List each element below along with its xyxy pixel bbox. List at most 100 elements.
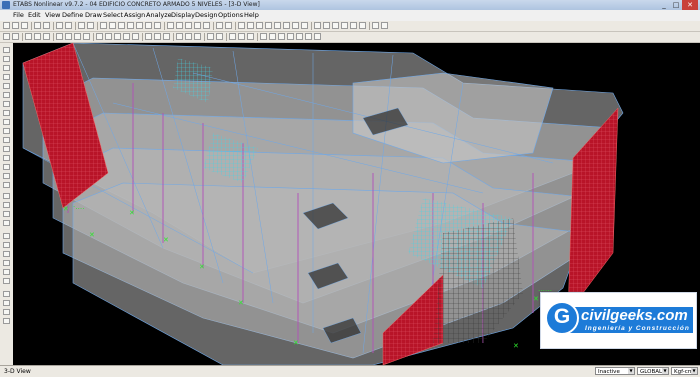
open-icon[interactable]: [12, 22, 19, 29]
joist-design-icon[interactable]: [350, 22, 357, 29]
print-preview-icon[interactable]: [43, 22, 50, 29]
member-forces-icon[interactable]: [274, 22, 281, 29]
select-by-window-icon[interactable]: [3, 211, 10, 217]
menu-draw[interactable]: Draw: [85, 11, 102, 19]
get-previous-selection-icon[interactable]: [34, 33, 41, 40]
close-button[interactable]: ✕: [682, 0, 698, 10]
wall-design-icon[interactable]: [359, 22, 366, 29]
steel-design-icon[interactable]: [323, 22, 330, 29]
snap-to-ends-icon[interactable]: [3, 242, 10, 248]
elevation-view-icon[interactable]: [185, 22, 192, 29]
coordinate-system-dropdown[interactable]: GLOBAL ▼: [637, 367, 669, 375]
composite-design-icon[interactable]: [341, 22, 348, 29]
object-shrink-icon[interactable]: [238, 22, 245, 29]
snap-intersections-icon[interactable]: [194, 33, 201, 40]
draw-wall-icon[interactable]: [83, 33, 90, 40]
menu-analyze[interactable]: Analyze: [146, 11, 172, 19]
menu-edit[interactable]: Edit: [28, 11, 41, 19]
shell-stresses-icon[interactable]: [283, 22, 290, 29]
draw-areas-icon[interactable]: [3, 119, 10, 125]
edit-grid-icon[interactable]: [269, 33, 276, 40]
zoom-window-icon[interactable]: [109, 22, 116, 29]
assign-pinned-icon[interactable]: [3, 309, 10, 315]
undo-icon[interactable]: [56, 22, 63, 29]
move-down-icon[interactable]: [225, 22, 232, 29]
merge-points-icon[interactable]: [314, 33, 321, 40]
show-tables-icon[interactable]: [207, 33, 214, 40]
select-pointer-icon[interactable]: [3, 47, 10, 53]
print-icon[interactable]: [34, 22, 41, 29]
replicate-icon[interactable]: [278, 33, 285, 40]
zoom-in-icon[interactable]: [118, 22, 125, 29]
join-lines-icon[interactable]: [305, 33, 312, 40]
joint-restraints-icon[interactable]: [96, 33, 103, 40]
reshaper-icon[interactable]: [3, 56, 10, 62]
pan-icon[interactable]: [136, 22, 143, 29]
units-dropdown[interactable]: Kgf-cm ▼: [671, 367, 698, 375]
menu-design[interactable]: Design: [195, 11, 217, 19]
view-state-dropdown[interactable]: Inactive ▼: [595, 367, 635, 375]
snap-to-fine-grid-icon[interactable]: [3, 278, 10, 284]
draw-reference-point-icon[interactable]: [3, 182, 10, 188]
pencil-icon[interactable]: [372, 22, 379, 29]
point-load-icon[interactable]: [145, 33, 152, 40]
deformed-shape-icon[interactable]: [265, 22, 272, 29]
select-by-line-icon[interactable]: [3, 220, 10, 226]
grid-options-icon[interactable]: [260, 33, 267, 40]
draw-lines-icon[interactable]: [3, 74, 10, 80]
new-model-icon[interactable]: [3, 22, 10, 29]
perspective-icon[interactable]: [203, 22, 210, 29]
mode-shape-icon[interactable]: [292, 22, 299, 29]
3d-view-canvas[interactable]: ✕ ✕ ✕ ✕ ✕ ✕ ✕ ✕ ✕ ·‥‥ ‥‥‥ G civilgeeks.c…: [13, 43, 700, 365]
frame-section-icon[interactable]: [105, 33, 112, 40]
draw-dimension-icon[interactable]: [3, 173, 10, 179]
display-loads-icon[interactable]: [216, 33, 223, 40]
diaphragm-icon[interactable]: [132, 33, 139, 40]
undeformed-shape-icon[interactable]: [256, 22, 263, 29]
rotate-3d-icon[interactable]: [194, 22, 201, 29]
deselect-icon[interactable]: [3, 202, 10, 208]
menu-help[interactable]: Help: [244, 11, 259, 19]
create-areas-click-icon[interactable]: [3, 137, 10, 143]
menu-select[interactable]: Select: [103, 11, 123, 19]
assign-roller-icon[interactable]: [3, 318, 10, 324]
area-section-icon[interactable]: [123, 33, 130, 40]
menu-define[interactable]: Define: [62, 11, 83, 19]
minimize-button[interactable]: _: [658, 0, 670, 10]
pointer-icon[interactable]: [3, 33, 10, 40]
frame-design-icon[interactable]: [314, 22, 321, 29]
redo-icon[interactable]: [65, 22, 72, 29]
assign-fixed-icon[interactable]: [3, 300, 10, 306]
clear-selection-icon[interactable]: [43, 33, 50, 40]
divide-lines-icon[interactable]: [296, 33, 303, 40]
one-story-icon[interactable]: [229, 33, 236, 40]
concrete-design-icon[interactable]: [332, 22, 339, 29]
select-all-side-icon[interactable]: [3, 193, 10, 199]
help-icon[interactable]: [381, 22, 388, 29]
frame-load-icon[interactable]: [154, 33, 161, 40]
plan-view-icon[interactable]: [176, 22, 183, 29]
maximize-button[interactable]: □: [670, 0, 682, 10]
reshape-icon[interactable]: [12, 33, 19, 40]
create-secondary-beams-icon[interactable]: [3, 101, 10, 107]
menu-display[interactable]: Display: [171, 11, 195, 19]
menu-view[interactable]: View: [45, 11, 60, 19]
menu-assign[interactable]: Assign: [124, 11, 145, 19]
create-walls-region-icon[interactable]: [3, 155, 10, 161]
draw-point-objects-icon[interactable]: [3, 65, 10, 71]
zoom-out-icon[interactable]: [127, 22, 134, 29]
draw-point-icon[interactable]: [56, 33, 63, 40]
snap-to-lines-icon[interactable]: [3, 269, 10, 275]
all-stories-icon[interactable]: [247, 33, 254, 40]
snap-to-perpendicular-icon[interactable]: [3, 260, 10, 266]
menu-file[interactable]: File: [13, 11, 24, 19]
draw-walls-icon[interactable]: [3, 146, 10, 152]
zoom-all-icon[interactable]: [145, 22, 152, 29]
create-columns-icon[interactable]: [3, 92, 10, 98]
draw-area-icon[interactable]: [74, 33, 81, 40]
3d-view-icon[interactable]: [167, 22, 174, 29]
refresh-window-icon[interactable]: [78, 22, 85, 29]
lock-icon[interactable]: [87, 22, 94, 29]
draw-rectangular-areas-icon[interactable]: [3, 128, 10, 134]
zoom-previous-icon[interactable]: [154, 22, 161, 29]
